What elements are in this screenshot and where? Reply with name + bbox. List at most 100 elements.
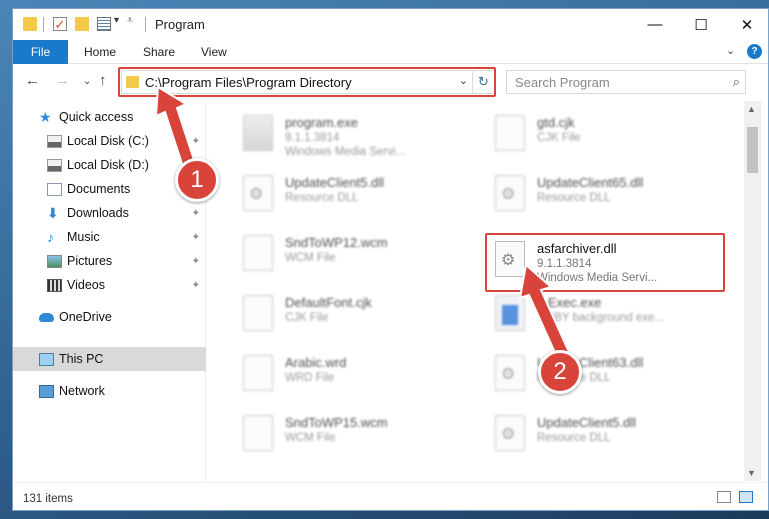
close-button[interactable]: ✕ bbox=[724, 9, 768, 40]
dll-gear-icon bbox=[243, 175, 273, 211]
search-box[interactable]: Search Program ⌕ bbox=[506, 70, 746, 94]
sidebar-item-downloads[interactable]: ⬇ Downloads ✦ bbox=[13, 201, 206, 225]
network-icon bbox=[39, 384, 54, 398]
list-item[interactable]: ...Exec.exe ...BBY background exe... bbox=[481, 289, 711, 341]
large-icons-view-icon[interactable] bbox=[739, 491, 753, 503]
file-name: ...Exec.exe bbox=[537, 295, 602, 310]
step-badge-2: 2 bbox=[538, 350, 582, 394]
quick-access-separator bbox=[43, 17, 44, 32]
tab-view[interactable]: View bbox=[201, 45, 227, 59]
file-type: Resource DLL bbox=[537, 192, 611, 204]
list-item[interactable]: program.exe 9.1.1.3814 Windows Media Ser… bbox=[229, 109, 459, 161]
pin-icon[interactable]: ✦ bbox=[192, 208, 200, 219]
navigation-pane: ★ Quick access Local Disk (C:) ✦ Local D… bbox=[13, 101, 206, 481]
dll-gear-icon bbox=[495, 415, 525, 451]
sidebar-item-network[interactable]: Network bbox=[13, 379, 206, 403]
file-version: 9.1.1.3814 bbox=[285, 132, 340, 144]
sidebar-item-label: OneDrive bbox=[59, 310, 112, 324]
sidebar-item-label: Downloads bbox=[67, 206, 129, 220]
list-item[interactable]: Arabic.wrd WRD File bbox=[229, 349, 459, 401]
list-item[interactable]: SndToWP15.wcm WCM File bbox=[229, 409, 459, 461]
address-row: ← → ⌄ ↑ C:\Program Files\Program Directo… bbox=[13, 64, 768, 100]
file-description: Windows Media Servi... bbox=[285, 146, 406, 158]
up-button[interactable]: ↑ bbox=[99, 72, 107, 89]
pin-icon[interactable]: ✦ bbox=[192, 256, 200, 267]
list-item[interactable]: UpdateClient63.dll Resource DLL bbox=[481, 349, 711, 401]
list-item[interactable]: DefaultFont.cjk CJK File bbox=[229, 289, 459, 341]
list-item[interactable]: UpdateClient65.dll Resource DLL bbox=[481, 169, 711, 221]
file-icon bbox=[243, 415, 273, 451]
file-icon bbox=[495, 115, 525, 151]
pin-icon[interactable]: ✦ bbox=[192, 136, 200, 147]
tab-share[interactable]: Share bbox=[143, 45, 175, 59]
address-bar[interactable]: C:\Program Files\Program Directory ⌄ ↻ bbox=[121, 70, 495, 94]
sidebar-item-videos[interactable]: Videos ✦ bbox=[13, 273, 206, 297]
sidebar-item-local-disk-c[interactable]: Local Disk (C:) ✦ bbox=[13, 129, 206, 153]
dropdown-arrow-icon[interactable]: ▾ bbox=[114, 15, 119, 26]
folder-icon bbox=[126, 76, 139, 88]
forward-button[interactable]: → bbox=[55, 72, 70, 89]
sidebar-item-label: Network bbox=[59, 384, 105, 398]
properties-icon[interactable]: ✓ bbox=[53, 17, 67, 31]
documents-icon bbox=[47, 182, 62, 196]
disk-icon bbox=[47, 158, 62, 172]
search-input[interactable]: Search Program bbox=[515, 75, 610, 90]
file-icon bbox=[243, 235, 273, 271]
maximize-button[interactable]: ☐ bbox=[678, 9, 724, 40]
list-item[interactable]: SndToWP12.wcm WCM File bbox=[229, 229, 459, 281]
title-separator bbox=[145, 17, 146, 32]
sidebar-item-music[interactable]: ♪ Music ✦ bbox=[13, 225, 206, 249]
pin-icon[interactable]: ✦ bbox=[192, 280, 200, 291]
title-bar: ✓ ▾ ⩡ Program — ☐ ✕ bbox=[13, 9, 768, 40]
file-type: WCM File bbox=[285, 252, 336, 264]
explorer-window: ✓ ▾ ⩡ Program — ☐ ✕ File Home Share View… bbox=[12, 8, 769, 511]
file-name: UpdateClient5.dll bbox=[285, 175, 385, 190]
tab-file[interactable]: File bbox=[13, 40, 68, 64]
sidebar-item-this-pc[interactable]: This PC bbox=[13, 347, 206, 371]
list-item[interactable]: UpdateClient5.dll Resource DLL bbox=[481, 409, 711, 461]
scroll-thumb[interactable] bbox=[747, 127, 758, 173]
minimize-button[interactable]: — bbox=[632, 9, 678, 40]
sidebar-item-onedrive[interactable]: OneDrive bbox=[13, 305, 206, 329]
back-button[interactable]: ← bbox=[25, 72, 40, 89]
disk-icon bbox=[47, 134, 62, 148]
cloud-icon bbox=[39, 312, 54, 322]
file-description: Windows Media Servi... bbox=[537, 272, 658, 284]
sidebar-item-label: Quick access bbox=[59, 110, 134, 124]
sidebar-item-quick-access[interactable]: ★ Quick access bbox=[13, 105, 206, 129]
folder-icon bbox=[23, 17, 37, 31]
pictures-icon bbox=[47, 254, 62, 268]
customize-toolbar-icon[interactable] bbox=[97, 17, 111, 31]
address-path[interactable]: C:\Program Files\Program Directory bbox=[145, 75, 352, 90]
file-name: UpdateClient65.dll bbox=[537, 175, 644, 190]
file-version: 9.1.1.3814 bbox=[537, 258, 592, 270]
sidebar-item-label: Pictures bbox=[67, 254, 113, 268]
expand-ribbon-icon[interactable]: ⌄ bbox=[726, 44, 735, 57]
list-item[interactable]: UpdateClient5.dll Resource DLL bbox=[229, 169, 459, 221]
item-count: 131 items bbox=[23, 493, 73, 505]
help-icon[interactable]: ? bbox=[747, 44, 762, 59]
sidebar-item-label: Local Disk (D:) bbox=[67, 158, 149, 172]
file-type: WCM File bbox=[285, 432, 336, 444]
recent-locations-button[interactable]: ⌄ bbox=[83, 76, 91, 87]
new-folder-icon[interactable] bbox=[75, 17, 89, 31]
list-item-asfarchiver[interactable]: asfarchiver.dll 9.1.1.3814 Windows Media… bbox=[481, 235, 711, 287]
dll-gear-icon bbox=[495, 175, 525, 211]
vertical-scrollbar[interactable]: ▲ ▼ bbox=[744, 101, 761, 481]
tab-home[interactable]: Home bbox=[84, 45, 116, 59]
search-icon[interactable]: ⌕ bbox=[733, 74, 740, 90]
scroll-down-icon[interactable]: ▼ bbox=[747, 468, 756, 478]
dll-gear-icon bbox=[495, 241, 525, 277]
download-icon: ⬇ bbox=[47, 204, 59, 221]
list-item[interactable]: gtd.cjk CJK File bbox=[481, 109, 711, 161]
scroll-up-icon[interactable]: ▲ bbox=[747, 104, 756, 114]
application-icon bbox=[495, 295, 525, 331]
sidebar-item-pictures[interactable]: Pictures ✦ bbox=[13, 249, 206, 273]
refresh-button[interactable]: ↻ bbox=[472, 71, 494, 93]
quick-access-menu-icon[interactable]: ⩡ bbox=[127, 15, 133, 26]
pin-icon[interactable]: ✦ bbox=[192, 232, 200, 243]
chevron-down-icon[interactable]: ⌄ bbox=[459, 74, 468, 87]
pc-icon bbox=[39, 352, 54, 366]
details-view-icon[interactable] bbox=[717, 491, 731, 503]
ribbon: File Home Share View ⌄ ? bbox=[13, 40, 768, 64]
